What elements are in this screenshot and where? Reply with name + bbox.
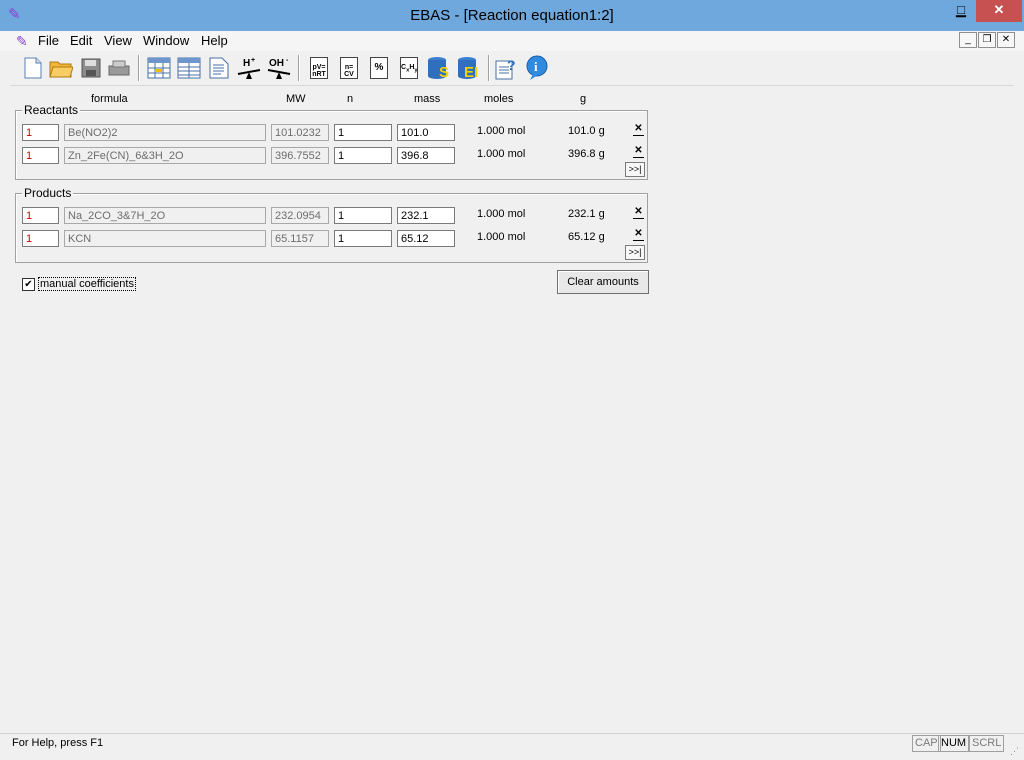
reactants-group bbox=[15, 110, 648, 180]
num-lock-indicator: NUM bbox=[938, 735, 970, 752]
save-disk-icon[interactable] bbox=[78, 55, 104, 81]
info-icon[interactable]: i bbox=[524, 55, 550, 81]
reactant-grams-value: 396.8 g bbox=[568, 148, 605, 160]
scroll-lock-indicator: SCRL bbox=[969, 735, 1005, 752]
reactant-mass-input[interactable]: 396.8 bbox=[397, 147, 455, 164]
product-moles-value: 1.000 mol bbox=[477, 208, 526, 220]
status-bar bbox=[0, 733, 1024, 760]
add-product-button[interactable]: >>| bbox=[625, 245, 645, 260]
mdi-close-button[interactable]: ✕ bbox=[997, 32, 1015, 48]
header-g: g bbox=[580, 93, 587, 105]
menu-file[interactable]: File bbox=[38, 33, 59, 48]
reactant-grams-value: 101.0 g bbox=[568, 125, 605, 137]
toolbar-separator bbox=[138, 55, 140, 81]
product-mw-field: 65.1157 bbox=[271, 230, 329, 247]
toolbar-separator bbox=[488, 55, 490, 81]
add-reactant-button[interactable]: >>| bbox=[625, 162, 645, 177]
manual-coefficients-label[interactable]: manual coefficients bbox=[38, 277, 136, 291]
svg-text:?: ? bbox=[507, 57, 516, 73]
calculator-cxhy-icon[interactable]: CxHy bbox=[396, 55, 422, 81]
reactant-moles-value: 1.000 mol bbox=[477, 148, 526, 160]
menu-view[interactable]: View bbox=[104, 33, 132, 48]
toolbar: H + OH - pV= nRT n= CV % CxHy S EI ? i bbox=[10, 51, 1014, 86]
calculator-percent-icon[interactable]: % bbox=[366, 55, 392, 81]
reactant-mw-field: 101.0232 bbox=[271, 124, 329, 141]
mdi-controls: _ ❐ ✕ bbox=[958, 32, 1015, 48]
product-mw-field: 232.0954 bbox=[271, 207, 329, 224]
svg-text:H: H bbox=[243, 58, 250, 69]
reactant-mass-input[interactable]: 101.0 bbox=[397, 124, 455, 141]
database-s-icon[interactable]: S bbox=[426, 55, 452, 81]
calculator-pv-nrt-icon[interactable]: pV= nRT bbox=[306, 55, 332, 81]
reactant-mw-field: 396.7552 bbox=[271, 147, 329, 164]
svg-text:i: i bbox=[534, 59, 538, 74]
close-button[interactable]: ✕ bbox=[976, 0, 1022, 22]
product-mass-input[interactable]: 65.12 bbox=[397, 230, 455, 247]
table-list-icon[interactable] bbox=[176, 55, 202, 81]
mdi-restore-button[interactable]: ❐ bbox=[978, 32, 996, 48]
product-mass-input[interactable]: 232.1 bbox=[397, 207, 455, 224]
header-mass: mass bbox=[414, 93, 441, 105]
reactant-moles-value: 1.000 mol bbox=[477, 125, 526, 137]
reactants-label: Reactants bbox=[22, 103, 81, 117]
mdi-minimize-button[interactable]: _ bbox=[959, 32, 977, 48]
menu-window[interactable]: Window bbox=[143, 33, 189, 48]
header-mw: MW bbox=[286, 93, 306, 105]
mdi-document-icon[interactable]: ✎ bbox=[16, 33, 28, 50]
manual-coefficients-checkbox[interactable]: ✔ bbox=[22, 278, 35, 291]
resize-grip-icon[interactable]: ⋰ bbox=[1010, 746, 1019, 757]
reactant-n-input[interactable]: 1 bbox=[334, 147, 392, 164]
remove-reactant-button[interactable]: ✕ bbox=[633, 146, 644, 158]
caps-lock-indicator: CAP bbox=[912, 735, 941, 752]
new-document-icon[interactable] bbox=[20, 55, 46, 81]
reactant-formula-input[interactable]: Zn_2Fe(CN)_6&3H_2O bbox=[64, 147, 266, 164]
print-icon[interactable] bbox=[106, 55, 132, 81]
remove-reactant-button[interactable]: ✕ bbox=[633, 124, 644, 136]
svg-text:EI: EI bbox=[464, 64, 478, 81]
reactant-n-input[interactable]: 1 bbox=[334, 124, 392, 141]
maximize-button[interactable]: □ bbox=[948, 0, 974, 22]
product-formula-input[interactable]: KCN bbox=[64, 230, 266, 247]
product-coefficient-input[interactable]: 1 bbox=[22, 207, 59, 224]
menu-edit[interactable]: Edit bbox=[70, 33, 92, 48]
toolbar-separator bbox=[298, 55, 300, 81]
header-n: n bbox=[347, 93, 354, 105]
svg-text:OH: OH bbox=[269, 58, 284, 69]
reactant-coefficient-input[interactable]: 1 bbox=[22, 147, 59, 164]
svg-text:S: S bbox=[439, 64, 449, 81]
help-context-icon[interactable]: ? bbox=[494, 55, 520, 81]
clear-amounts-button[interactable]: Clear amounts bbox=[557, 270, 649, 294]
open-folder-icon[interactable] bbox=[48, 55, 74, 81]
menu-help[interactable]: Help bbox=[201, 33, 228, 48]
product-n-input[interactable]: 1 bbox=[334, 207, 392, 224]
header-moles: moles bbox=[484, 93, 514, 105]
status-text: For Help, press F1 bbox=[12, 737, 104, 749]
table-view-icon[interactable] bbox=[146, 55, 172, 81]
product-n-input[interactable]: 1 bbox=[334, 230, 392, 247]
product-moles-value: 1.000 mol bbox=[477, 231, 526, 243]
svg-text:+: + bbox=[251, 57, 255, 64]
document-view-icon[interactable] bbox=[206, 55, 232, 81]
h-plus-balance-icon[interactable]: H + bbox=[236, 55, 262, 81]
database-ei-icon[interactable]: EI bbox=[456, 55, 482, 81]
remove-product-button[interactable]: ✕ bbox=[633, 207, 644, 219]
product-coefficient-input[interactable]: 1 bbox=[22, 230, 59, 247]
window-title: EBAS - [Reaction equation1:2] bbox=[410, 7, 614, 24]
product-formula-input[interactable]: Na_2CO_3&7H_2O bbox=[64, 207, 266, 224]
products-group bbox=[15, 193, 648, 263]
svg-text:-: - bbox=[286, 57, 289, 64]
products-label: Products bbox=[22, 186, 74, 200]
oh-minus-balance-icon[interactable]: OH - bbox=[266, 55, 292, 81]
reactant-formula-input[interactable]: Be(NO2)2 bbox=[64, 124, 266, 141]
calculator-ncv-icon[interactable]: n= CV bbox=[336, 55, 362, 81]
product-grams-value: 232.1 g bbox=[568, 208, 605, 220]
remove-product-button[interactable]: ✕ bbox=[633, 229, 644, 241]
reactant-coefficient-input[interactable]: 1 bbox=[22, 124, 59, 141]
header-formula: formula bbox=[91, 93, 128, 105]
product-grams-value: 65.12 g bbox=[568, 231, 605, 243]
